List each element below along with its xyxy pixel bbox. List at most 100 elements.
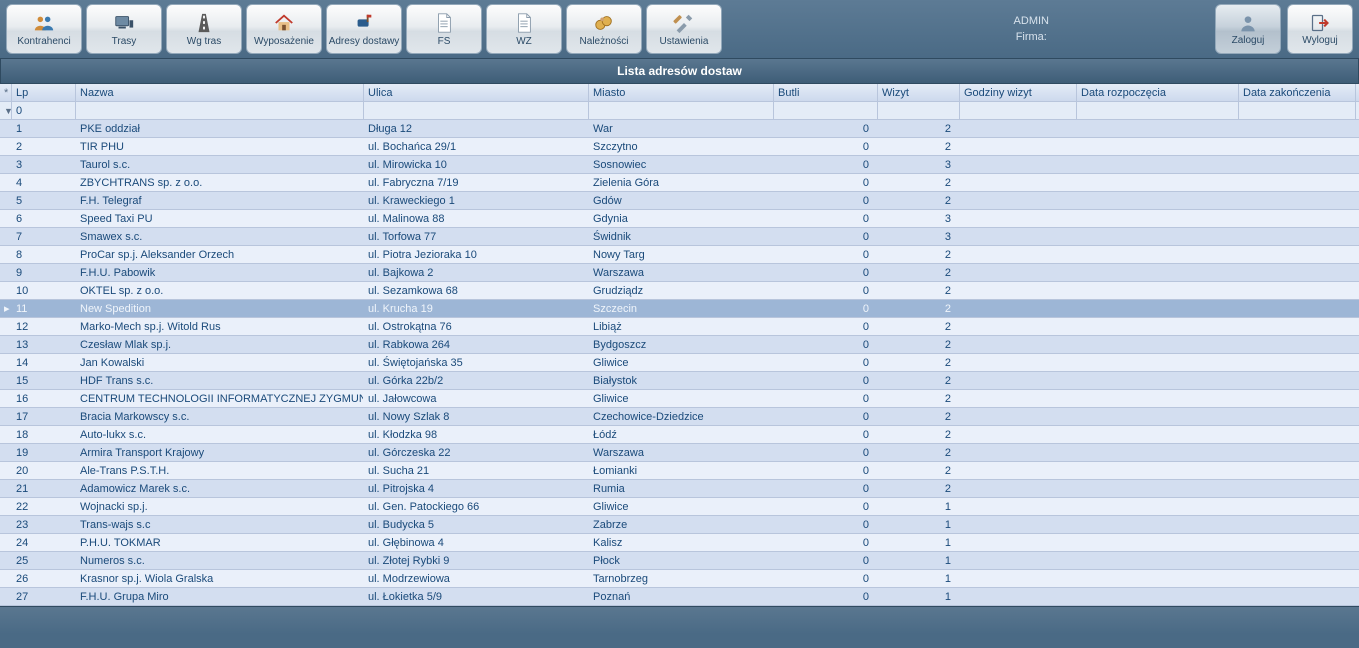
table-row[interactable]: 26Krasnor sp.j. Wiola Gralskaul. Modrzew… bbox=[0, 570, 1359, 588]
cell-lp: 18 bbox=[12, 426, 76, 443]
filter-droz[interactable] bbox=[1077, 102, 1239, 119]
cell-ulica: ul. Mirowicka 10 bbox=[364, 156, 589, 173]
filter-ulica[interactable] bbox=[364, 102, 589, 119]
toolbar-wz-button[interactable]: WZ bbox=[486, 4, 562, 54]
table-row[interactable]: 16CENTRUM TECHNOLOGII INFORMATYCZNEJ ZYG… bbox=[0, 390, 1359, 408]
cell-godz bbox=[960, 156, 1077, 173]
cell-ulica: ul. Głębinowa 4 bbox=[364, 534, 589, 551]
cell-butli: 0 bbox=[774, 480, 878, 497]
table-row[interactable]: 1PKE oddziałDługa 12War02 bbox=[0, 120, 1359, 138]
logout-button[interactable]: Wyloguj bbox=[1287, 4, 1353, 54]
cell-butli: 0 bbox=[774, 192, 878, 209]
table-row[interactable]: 20Ale-Trans P.S.T.H.ul. Sucha 21Łomianki… bbox=[0, 462, 1359, 480]
data-grid: * Lp Nazwa Ulica Miasto Butli Wizyt Godz… bbox=[0, 84, 1359, 606]
table-row[interactable]: 12Marko-Mech sp.j. Witold Rusul. Ostroką… bbox=[0, 318, 1359, 336]
cell-wizyt: 3 bbox=[878, 156, 960, 173]
table-row[interactable]: 13Czesław Mlak sp.j.ul. Rabkowa 264Bydgo… bbox=[0, 336, 1359, 354]
header-indicator[interactable]: * bbox=[0, 84, 12, 101]
filter-wizyt[interactable] bbox=[878, 102, 960, 119]
col-lp[interactable]: Lp bbox=[12, 84, 76, 101]
filter-butli[interactable] bbox=[774, 102, 878, 119]
toolbar-fs-button[interactable]: FS bbox=[406, 4, 482, 54]
logout-label: Wyloguj bbox=[1302, 35, 1337, 46]
table-row[interactable]: 19Armira Transport Krajowyul. Górczeska … bbox=[0, 444, 1359, 462]
toolbar-adresy-button[interactable]: Adresy dostawy bbox=[326, 4, 402, 54]
filter-dzak[interactable] bbox=[1239, 102, 1356, 119]
table-row[interactable]: 18Auto-lukx s.c.ul. Kłodzka 98Łódź02 bbox=[0, 426, 1359, 444]
cell-nazwa: F.H.U. Pabowik bbox=[76, 264, 364, 281]
cell-nazwa: New Spedition bbox=[76, 300, 364, 317]
cell-nazwa: F.H. Telegraf bbox=[76, 192, 364, 209]
table-row[interactable]: 25Numeros s.c.ul. Złotej Rybki 9Płock01 bbox=[0, 552, 1359, 570]
table-row[interactable]: 17Bracia Markowscy s.c.ul. Nowy Szlak 8C… bbox=[0, 408, 1359, 426]
cell-lp: 24 bbox=[12, 534, 76, 551]
cell-droz bbox=[1077, 534, 1239, 551]
table-row[interactable]: 4ZBYCHTRANS sp. z o.o.ul. Fabryczna 7/19… bbox=[0, 174, 1359, 192]
cell-dzak bbox=[1239, 318, 1356, 335]
cell-lp: 3 bbox=[12, 156, 76, 173]
filter-lp[interactable]: 0 bbox=[12, 102, 76, 119]
table-row[interactable]: 5F.H. Telegraful. Kraweckiego 1Gdów02 bbox=[0, 192, 1359, 210]
cell-godz bbox=[960, 570, 1077, 587]
cell-dzak bbox=[1239, 408, 1356, 425]
table-row[interactable]: 27F.H.U. Grupa Miroul. Łokietka 5/9Pozna… bbox=[0, 588, 1359, 606]
house-icon bbox=[271, 12, 297, 34]
toolbar-wyposazenie-button[interactable]: Wyposażenie bbox=[246, 4, 322, 54]
filter-nazwa[interactable] bbox=[76, 102, 364, 119]
table-row[interactable]: 22Wojnacki sp.j.ul. Gen. Patockiego 66Gl… bbox=[0, 498, 1359, 516]
cell-droz bbox=[1077, 462, 1239, 479]
grid-footer bbox=[0, 606, 1359, 634]
col-miasto[interactable]: Miasto bbox=[589, 84, 774, 101]
toolbar-trasy-button[interactable]: Trasy bbox=[86, 4, 162, 54]
filter-miasto[interactable] bbox=[589, 102, 774, 119]
toolbar-kontrahenci-button[interactable]: Kontrahenci bbox=[6, 4, 82, 54]
grid-filter-row[interactable]: ▼ 0 bbox=[0, 102, 1359, 120]
table-row[interactable]: 2TIR PHUul. Bochańca 29/1Szczytno02 bbox=[0, 138, 1359, 156]
cell-droz bbox=[1077, 246, 1239, 263]
cell-nazwa: Ale-Trans P.S.T.H. bbox=[76, 462, 364, 479]
table-row[interactable]: 8ProCar sp.j. Aleksander Orzechul. Piotr… bbox=[0, 246, 1359, 264]
col-droz[interactable]: Data rozpoczęcia bbox=[1077, 84, 1239, 101]
row-indicator bbox=[0, 282, 12, 299]
toolbar-naleznosci-button[interactable]: Należności bbox=[566, 4, 642, 54]
filter-godz[interactable] bbox=[960, 102, 1077, 119]
cell-godz bbox=[960, 228, 1077, 245]
cell-dzak bbox=[1239, 210, 1356, 227]
table-row[interactable]: 9F.H.U. Pabowikul. Bajkowa 2Warszawa02 bbox=[0, 264, 1359, 282]
table-row[interactable]: 6Speed Taxi PUul. Malinowa 88Gdynia03 bbox=[0, 210, 1359, 228]
cell-ulica: ul. Fabryczna 7/19 bbox=[364, 174, 589, 191]
table-row[interactable]: ▸11New Speditionul. Krucha 19Szczecin02 bbox=[0, 300, 1359, 318]
cell-butli: 0 bbox=[774, 516, 878, 533]
cell-lp: 13 bbox=[12, 336, 76, 353]
computer-icon bbox=[111, 12, 137, 34]
col-dzak[interactable]: Data zakończenia bbox=[1239, 84, 1356, 101]
table-row[interactable]: 7Smawex s.c.ul. Torfowa 77Świdnik03 bbox=[0, 228, 1359, 246]
table-row[interactable]: 14Jan Kowalskiul. Świętojańska 35Gliwice… bbox=[0, 354, 1359, 372]
table-row[interactable]: 15HDF Trans s.c.ul. Górka 22b/2Białystok… bbox=[0, 372, 1359, 390]
cell-nazwa: Armira Transport Krajowy bbox=[76, 444, 364, 461]
cell-wizyt: 2 bbox=[878, 480, 960, 497]
toolbar-wgtras-button[interactable]: Wg tras bbox=[166, 4, 242, 54]
col-godz[interactable]: Godziny wizyt bbox=[960, 84, 1077, 101]
col-nazwa[interactable]: Nazwa bbox=[76, 84, 364, 101]
table-row[interactable]: 24P.H.U. TOKMARul. Głębinowa 4Kalisz01 bbox=[0, 534, 1359, 552]
row-indicator bbox=[0, 246, 12, 263]
table-row[interactable]: 10OKTEL sp. z o.o.ul. Sezamkowa 68Grudzi… bbox=[0, 282, 1359, 300]
col-wizyt[interactable]: Wizyt bbox=[878, 84, 960, 101]
filter-icon[interactable]: ▼ bbox=[0, 102, 12, 119]
login-button[interactable]: Zaloguj bbox=[1215, 4, 1281, 54]
cell-miasto: Tarnobrzeg bbox=[589, 570, 774, 587]
table-row[interactable]: 21Adamowicz Marek s.c.ul. Pitrojska 4Rum… bbox=[0, 480, 1359, 498]
toolbar-ustawienia-label: Ustawienia bbox=[660, 36, 709, 47]
table-row[interactable]: 3Taurol s.c.ul. Mirowicka 10Sosnowiec03 bbox=[0, 156, 1359, 174]
cell-nazwa: F.H.U. Grupa Miro bbox=[76, 588, 364, 605]
cell-nazwa: HDF Trans s.c. bbox=[76, 372, 364, 389]
cell-droz bbox=[1077, 552, 1239, 569]
cell-ulica: ul. Kraweckiego 1 bbox=[364, 192, 589, 209]
cell-dzak bbox=[1239, 570, 1356, 587]
cell-miasto: Nowy Targ bbox=[589, 246, 774, 263]
col-ulica[interactable]: Ulica bbox=[364, 84, 589, 101]
col-butli[interactable]: Butli bbox=[774, 84, 878, 101]
table-row[interactable]: 23Trans-wajs s.cul. Budycka 5Zabrze01 bbox=[0, 516, 1359, 534]
toolbar-ustawienia-button[interactable]: Ustawienia bbox=[646, 4, 722, 54]
